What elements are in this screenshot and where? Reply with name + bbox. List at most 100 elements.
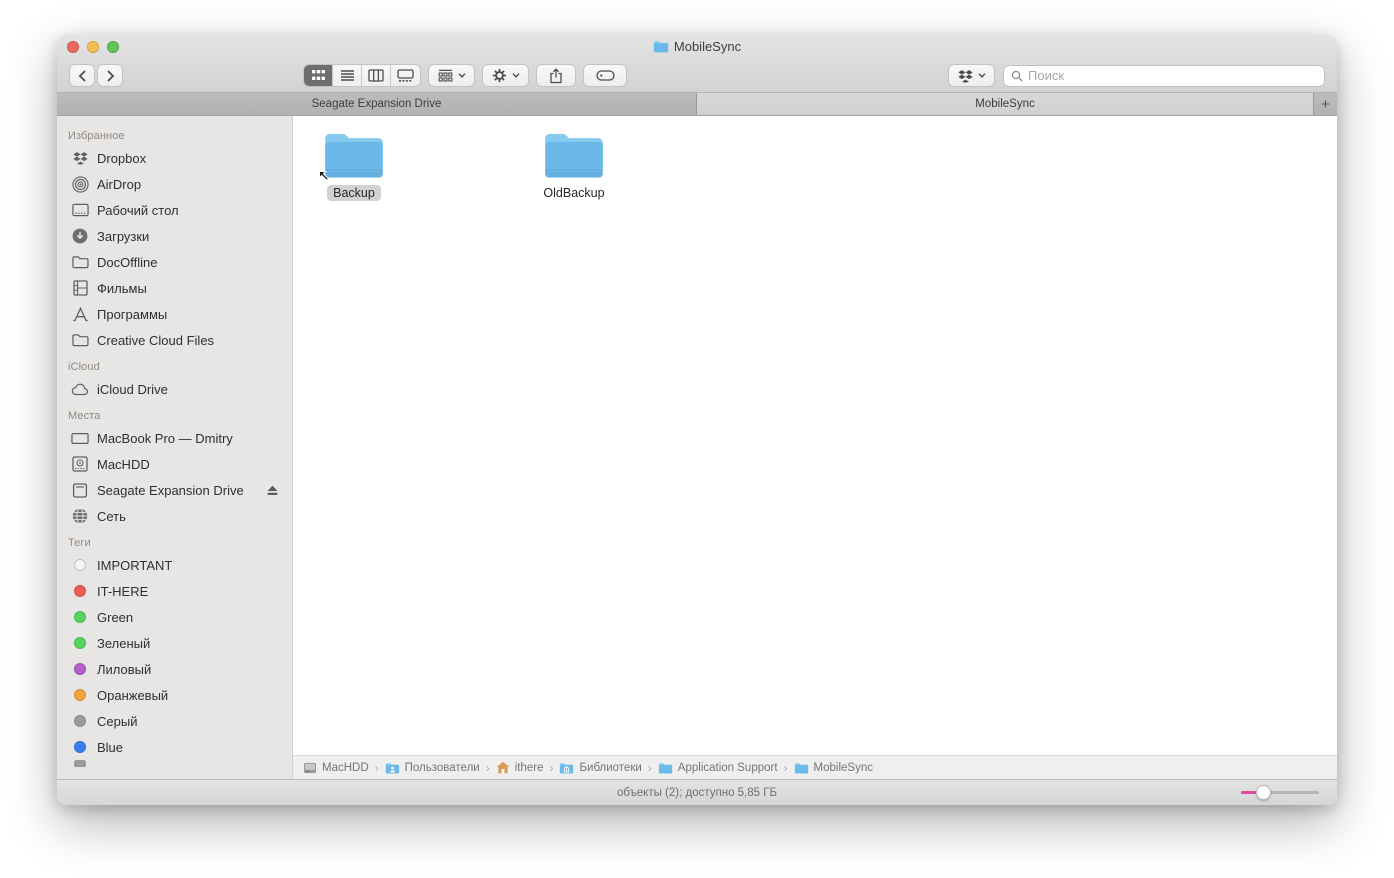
eject-icon[interactable] (266, 484, 279, 496)
slider-thumb[interactable] (1256, 785, 1271, 800)
sidebar-item-creative-cloud-files[interactable]: Creative Cloud Files (57, 327, 292, 353)
titlebar[interactable]: MobileSync (57, 35, 1337, 59)
path-separator: › (549, 761, 553, 775)
path-segment-users[interactable]: Пользователи (385, 762, 480, 774)
sidebar-tag-green[interactable]: Green (57, 604, 292, 630)
tag-circle-icon (74, 559, 86, 571)
status-bar: объекты (2); доступно 5,85 ГБ (57, 779, 1337, 805)
list-view-button[interactable] (333, 65, 362, 86)
sidebar-item-network[interactable]: Сеть (57, 503, 292, 529)
sidebar-tag-blue[interactable]: Blue (57, 734, 292, 760)
sidebar-tag-important[interactable]: IMPORTANT (57, 552, 292, 578)
icon-size-slider[interactable] (1241, 791, 1319, 794)
icon-view-icon (311, 69, 326, 82)
search-icon (1011, 70, 1023, 82)
film-icon (71, 279, 89, 297)
view-mode-segmented-control (303, 64, 421, 87)
file-content-area[interactable]: Backup OldBackup (293, 116, 1337, 755)
tag-circle-icon (74, 611, 86, 623)
back-button[interactable] (69, 64, 95, 87)
download-icon (71, 227, 89, 245)
chevron-down-icon (978, 73, 986, 78)
sidebar-item-seagate-expansion-drive[interactable]: Seagate Expansion Drive (57, 477, 292, 503)
file-item-backup[interactable]: Backup (299, 130, 409, 201)
chevron-left-icon (78, 70, 87, 82)
sidebar: Избранное Dropbox AirDrop Рабочий стол З… (57, 116, 293, 779)
path-segment-application-support[interactable]: Application Support (658, 762, 778, 774)
airdrop-icon (71, 175, 89, 193)
path-segment-machdd[interactable]: MacHDD (303, 762, 369, 774)
forward-button[interactable] (97, 64, 123, 87)
path-separator: › (486, 761, 490, 775)
chevron-right-icon (106, 70, 115, 82)
group-by-icon (438, 69, 453, 82)
globe-icon (71, 507, 89, 525)
sidebar-section-favorites: Избранное (57, 122, 292, 145)
laptop-icon (71, 429, 89, 447)
sidebar-item-downloads[interactable]: Загрузки (57, 223, 292, 249)
path-segment-ithere[interactable]: ithere (496, 761, 544, 774)
alias-arrow-icon (318, 170, 331, 183)
path-segment-mobilesync[interactable]: MobileSync (794, 762, 873, 774)
sidebar-item-icloud-drive[interactable]: iCloud Drive (57, 376, 292, 402)
tags-button[interactable] (583, 64, 627, 87)
sidebar-item-dropbox[interactable]: Dropbox (57, 145, 292, 171)
dropbox-menu-button[interactable] (948, 64, 995, 87)
tag-circle-icon (74, 585, 86, 597)
path-bar: MacHDD › Пользователи › ithere › Библиот… (293, 755, 1337, 779)
sidebar-tag-sery[interactable]: Серый (57, 708, 292, 734)
list-view-icon (340, 69, 355, 82)
icon-view-button[interactable] (304, 65, 333, 86)
sidebar-section-tags: Теги (57, 529, 292, 552)
tab-seagate-expansion-drive[interactable]: Seagate Expansion Drive (57, 93, 697, 115)
search-field[interactable] (1003, 65, 1325, 87)
sidebar-item-applications[interactable]: Программы (57, 301, 292, 327)
tag-circle-icon (74, 663, 86, 675)
folder-icon (658, 762, 673, 774)
path-separator: › (648, 761, 652, 775)
home-icon (496, 761, 510, 774)
dropbox-icon (958, 69, 973, 83)
action-menu-button[interactable] (482, 64, 529, 87)
sidebar-item-docoffline[interactable]: DocOffline (57, 249, 292, 275)
sidebar-section-places: Места (57, 402, 292, 425)
sidebar-tag-oranzhevy[interactable]: Оранжевый (57, 682, 292, 708)
library-folder-icon (559, 762, 574, 774)
sidebar-tag-zeleny[interactable]: Зеленый (57, 630, 292, 656)
group-by-button[interactable] (428, 64, 475, 87)
sidebar-tag-lilovy[interactable]: Лиловый (57, 656, 292, 682)
share-button[interactable] (536, 64, 576, 87)
tag-circle-icon (74, 637, 86, 649)
new-tab-button[interactable]: + (1314, 93, 1337, 115)
chevron-down-icon (458, 73, 466, 78)
applications-icon (71, 305, 89, 323)
file-label: OldBackup (537, 185, 610, 201)
gallery-view-button[interactable] (391, 65, 420, 86)
folder-icon (543, 130, 605, 180)
sidebar-tag-partial[interactable] (57, 760, 292, 767)
internal-drive-icon (71, 455, 89, 473)
folder-icon (323, 130, 385, 180)
path-separator: › (784, 761, 788, 775)
chevron-down-icon (512, 73, 520, 78)
cloud-icon (71, 380, 89, 398)
path-segment-library[interactable]: Библиотеки (559, 762, 641, 774)
sidebar-item-airdrop[interactable]: AirDrop (57, 171, 292, 197)
file-item-oldbackup[interactable]: OldBackup (519, 130, 629, 201)
external-drive-icon (71, 481, 89, 499)
tab-mobilesync[interactable]: MobileSync (697, 93, 1314, 115)
folder-icon (71, 253, 89, 271)
gallery-view-icon (397, 69, 414, 82)
search-input[interactable] (1028, 68, 1317, 83)
sidebar-item-desktop[interactable]: Рабочий стол (57, 197, 292, 223)
sidebar-item-macbook-pro[interactable]: MacBook Pro — Dmitry (57, 425, 292, 451)
column-view-button[interactable] (362, 65, 391, 86)
sidebar-item-movies[interactable]: Фильмы (57, 275, 292, 301)
file-label: Backup (327, 185, 381, 201)
tag-circle-icon (74, 689, 86, 701)
path-separator: › (375, 761, 379, 775)
tag-circle-icon (74, 741, 86, 753)
sidebar-tag-it-here[interactable]: IT-HERE (57, 578, 292, 604)
share-icon (549, 68, 563, 84)
sidebar-item-machdd[interactable]: MacHDD (57, 451, 292, 477)
